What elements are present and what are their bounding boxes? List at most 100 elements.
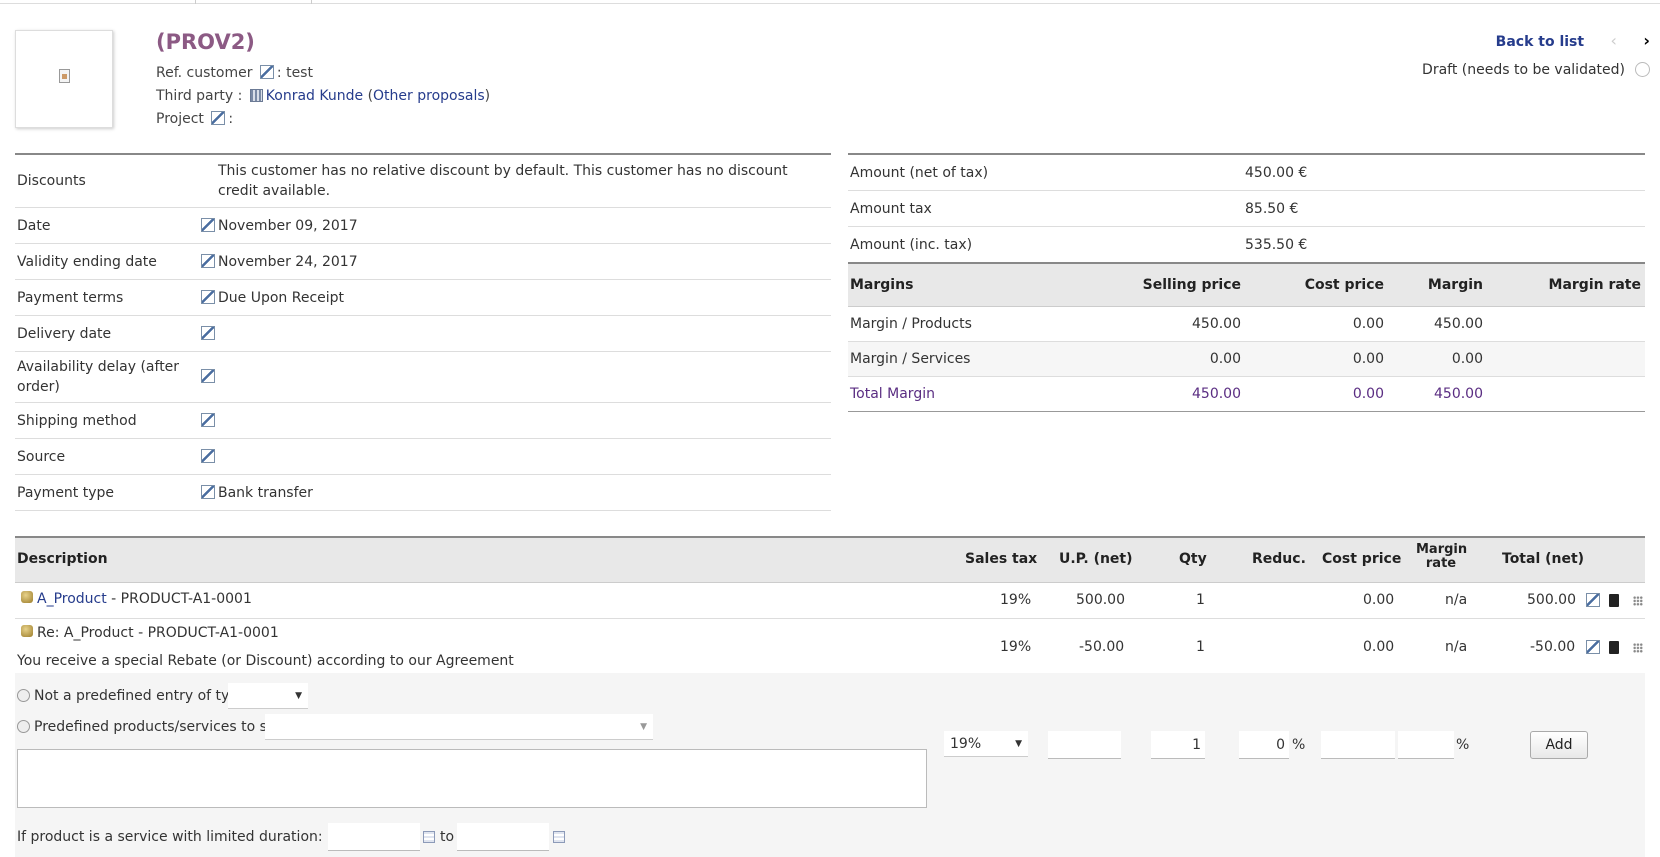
amount-value: 450.00 € xyxy=(1245,164,1308,181)
ref-block: (PROV2) Ref. customer : test Third party… xyxy=(156,30,490,131)
margin-row: Margin / Services 0.00 0.00 0.00 xyxy=(848,342,1645,377)
margin-cell: 0.00 xyxy=(1352,351,1384,367)
table-row: A_Product - PRODUCT-A1-0001 19% 500.00 1… xyxy=(15,583,1645,619)
edit-ref-customer-icon[interactable] xyxy=(259,65,274,79)
field-label: Availability delay (after order) xyxy=(17,359,180,395)
free-entry-radio[interactable] xyxy=(17,689,30,702)
edit-project-icon[interactable] xyxy=(211,111,226,125)
margin-cell: Total Margin xyxy=(850,386,935,402)
ref-customer-value: : test xyxy=(276,65,313,81)
line-cost: 0.00 xyxy=(1363,639,1395,655)
chevron-down-icon: ▼ xyxy=(295,691,302,701)
line-tax: 19% xyxy=(1000,592,1032,608)
field-label: Payment terms xyxy=(17,289,124,306)
status-label: Draft (needs to be validated) xyxy=(1422,62,1625,78)
rate-unit: % xyxy=(1456,737,1470,753)
document-thumbnail xyxy=(15,30,113,128)
other-proposals-link[interactable]: Other proposals xyxy=(373,88,485,104)
status-circle-icon xyxy=(1635,62,1650,77)
predefined-product-select[interactable]: ▼ xyxy=(265,714,653,740)
edit-source-icon[interactable] xyxy=(201,448,215,463)
proposal-fields-table: Discounts This customer has no relative … xyxy=(15,153,831,511)
edit-delivery-date-icon[interactable] xyxy=(201,325,215,340)
col-sales-tax: Sales tax xyxy=(965,551,1038,567)
margins-table: Margins Selling price Cost price Margin … xyxy=(848,262,1645,412)
margins-col-header: Margin xyxy=(1427,277,1483,293)
tab-card[interactable] xyxy=(0,0,196,4)
drag-handle-icon[interactable] xyxy=(1633,643,1643,653)
amount-row: Amount (net of tax) 450.00 € xyxy=(848,155,1645,191)
margins-col-header: Margin rate xyxy=(1548,277,1641,293)
field-label: Shipping method xyxy=(17,412,137,429)
margin-cell: 450.00 xyxy=(1192,386,1241,402)
edit-line-icon[interactable] xyxy=(1586,593,1600,607)
calendar-icon[interactable] xyxy=(553,831,565,843)
amount-label: Amount (net of tax) xyxy=(850,164,989,181)
delete-line-icon[interactable] xyxy=(1609,641,1619,654)
col-description: Description xyxy=(17,551,108,567)
predefined-radio[interactable] xyxy=(17,720,30,733)
edit-line-icon[interactable] xyxy=(1586,640,1600,654)
date-from-input[interactable] xyxy=(328,823,420,851)
col-margin-rate-2: rate xyxy=(1425,556,1457,571)
date-to-input[interactable] xyxy=(457,823,549,851)
field-row: Source xyxy=(15,439,831,475)
cost-price-input[interactable] xyxy=(1321,731,1395,759)
delete-line-icon[interactable] xyxy=(1609,594,1619,607)
edit-payment-terms-icon[interactable] xyxy=(201,289,215,304)
drag-handle-icon[interactable] xyxy=(1633,596,1643,606)
reduc-unit: % xyxy=(1292,737,1306,753)
col-margin-rate: Margin rate xyxy=(1416,542,1468,571)
back-to-list-link[interactable]: Back to list xyxy=(1496,34,1584,50)
chevron-down-icon: ▼ xyxy=(640,722,647,732)
field-row: Payment terms Due Upon Receipt xyxy=(15,280,831,316)
company-icon xyxy=(249,89,263,102)
predefined-option[interactable]: Predefined products/services to sell xyxy=(17,719,283,735)
margins-col-header: Margins xyxy=(850,277,914,293)
amount-label: Amount (inc. tax) xyxy=(850,236,973,253)
tax-select[interactable]: 19% ▼ xyxy=(944,731,1028,757)
next-record-icon[interactable]: › xyxy=(1643,31,1650,50)
line-cost: 0.00 xyxy=(1363,592,1395,608)
reduc-input[interactable]: 0 xyxy=(1239,731,1289,759)
free-entry-type-select[interactable]: ▼ xyxy=(228,683,308,709)
product-ref: - PRODUCT-A1-0001 xyxy=(106,591,252,607)
third-party-link[interactable]: Konrad Kunde xyxy=(266,88,363,104)
margin-cell: 450.00 xyxy=(1434,386,1483,402)
description-textarea[interactable] xyxy=(17,749,927,808)
edit-payment-type-icon[interactable] xyxy=(201,484,215,499)
previous-record-icon[interactable]: ‹ xyxy=(1611,31,1617,50)
lines-header: Description Sales tax U.P. (net) Qty Red… xyxy=(15,538,1645,583)
col-up-net: U.P. (net) xyxy=(1059,551,1133,567)
amount-value: 535.50 € xyxy=(1245,236,1308,253)
line-up: -50.00 xyxy=(1079,639,1125,655)
line-product: Re: A_Product - PRODUCT-A1-0001 xyxy=(17,625,279,641)
col-margin-rate-1: Margin xyxy=(1416,542,1468,557)
calendar-icon[interactable] xyxy=(423,831,435,843)
product-ref: Re: A_Product - PRODUCT-A1-0001 xyxy=(37,625,279,641)
free-entry-option[interactable]: Not a predefined entry of type xyxy=(17,688,247,704)
field-value: This customer has no relative discount b… xyxy=(218,163,788,199)
qty-input[interactable]: 1 xyxy=(1151,731,1205,759)
record-nav: Back to list ‹ › Draft (needs to be vali… xyxy=(1422,30,1650,78)
tab-contacts[interactable] xyxy=(196,0,312,4)
margins-col-header: Cost price xyxy=(1304,277,1384,293)
col-reduc: Reduc. xyxy=(1252,551,1306,567)
field-label: Payment type xyxy=(17,484,115,501)
edit-availability-icon[interactable] xyxy=(201,369,215,383)
edit-validity-icon[interactable] xyxy=(201,253,215,268)
document-icon xyxy=(59,69,70,83)
unit-price-input[interactable] xyxy=(1048,731,1121,759)
margin-rate-input[interactable] xyxy=(1398,731,1454,759)
edit-date-icon[interactable] xyxy=(201,217,215,232)
third-party-line: Third party : Konrad Kunde (Other propos… xyxy=(156,85,490,108)
product-link[interactable]: A_Product xyxy=(37,591,107,607)
predefined-label: Predefined products/services to sell xyxy=(34,719,284,735)
col-qty: Qty xyxy=(1179,551,1207,567)
product-icon xyxy=(21,625,33,637)
margins-header: Margins Selling price Cost price Margin … xyxy=(848,264,1645,307)
edit-shipping-icon[interactable] xyxy=(201,412,215,427)
margin-cell: 0.00 xyxy=(1209,351,1241,367)
add-button[interactable]: Add xyxy=(1530,731,1588,759)
project-value: : xyxy=(228,111,234,127)
